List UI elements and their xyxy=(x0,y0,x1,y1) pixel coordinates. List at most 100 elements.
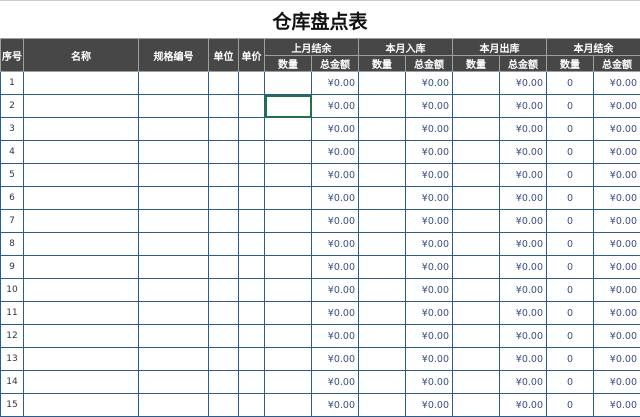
cell-balance-amount[interactable]: ¥0.00 xyxy=(594,164,640,187)
cell-balance-qty[interactable]: 0 xyxy=(547,233,594,256)
header-index[interactable]: 序号 xyxy=(1,39,24,72)
cell-prev-amount[interactable]: ¥0.00 xyxy=(312,348,359,371)
cell-out-amount[interactable]: ¥0.00 xyxy=(500,279,547,302)
cell-prev-amount[interactable]: ¥0.00 xyxy=(312,187,359,210)
cell-in-qty[interactable] xyxy=(359,325,406,348)
cell-index[interactable]: 13 xyxy=(1,348,24,371)
cell-balance-qty[interactable]: 0 xyxy=(547,325,594,348)
cell-balance-amount[interactable]: ¥0.00 xyxy=(594,72,640,95)
cell-out-amount[interactable]: ¥0.00 xyxy=(500,118,547,141)
cell-index[interactable]: 12 xyxy=(1,325,24,348)
cell-prev-amount[interactable]: ¥0.00 xyxy=(312,371,359,394)
cell-in-amount[interactable]: ¥0.00 xyxy=(406,141,453,164)
cell-name[interactable] xyxy=(24,141,139,164)
cell-prev-qty[interactable] xyxy=(265,95,312,118)
cell-out-qty[interactable] xyxy=(453,187,500,210)
cell-in-qty[interactable] xyxy=(359,210,406,233)
cell-index[interactable]: 15 xyxy=(1,394,24,417)
header-amount[interactable]: 总金额 xyxy=(500,56,547,72)
cell-name[interactable] xyxy=(24,233,139,256)
cell-name[interactable] xyxy=(24,72,139,95)
cell-unit[interactable] xyxy=(209,72,239,95)
cell-price[interactable] xyxy=(239,394,265,417)
cell-in-amount[interactable]: ¥0.00 xyxy=(406,394,453,417)
cell-balance-amount[interactable]: ¥0.00 xyxy=(594,371,640,394)
cell-name[interactable] xyxy=(24,118,139,141)
cell-index[interactable]: 2 xyxy=(1,95,24,118)
cell-out-qty[interactable] xyxy=(453,348,500,371)
header-group-inbound[interactable]: 本月入库 xyxy=(359,39,453,56)
cell-price[interactable] xyxy=(239,141,265,164)
cell-balance-qty[interactable]: 0 xyxy=(547,95,594,118)
cell-price[interactable] xyxy=(239,187,265,210)
cell-in-amount[interactable]: ¥0.00 xyxy=(406,187,453,210)
cell-price[interactable] xyxy=(239,233,265,256)
cell-spec[interactable] xyxy=(139,348,209,371)
cell-balance-qty[interactable]: 0 xyxy=(547,118,594,141)
cell-price[interactable] xyxy=(239,118,265,141)
cell-out-amount[interactable]: ¥0.00 xyxy=(500,302,547,325)
cell-prev-amount[interactable]: ¥0.00 xyxy=(312,118,359,141)
cell-spec[interactable] xyxy=(139,210,209,233)
cell-in-qty[interactable] xyxy=(359,141,406,164)
cell-unit[interactable] xyxy=(209,256,239,279)
cell-index[interactable]: 8 xyxy=(1,233,24,256)
cell-in-qty[interactable] xyxy=(359,394,406,417)
cell-unit[interactable] xyxy=(209,394,239,417)
cell-in-qty[interactable] xyxy=(359,118,406,141)
cell-prev-amount[interactable]: ¥0.00 xyxy=(312,394,359,417)
cell-balance-amount[interactable]: ¥0.00 xyxy=(594,233,640,256)
cell-spec[interactable] xyxy=(139,164,209,187)
cell-balance-qty[interactable]: 0 xyxy=(547,164,594,187)
cell-name[interactable] xyxy=(24,394,139,417)
cell-in-qty[interactable] xyxy=(359,279,406,302)
cell-prev-amount[interactable]: ¥0.00 xyxy=(312,256,359,279)
header-group-outbound[interactable]: 本月出库 xyxy=(453,39,547,56)
cell-index[interactable]: 9 xyxy=(1,256,24,279)
cell-price[interactable] xyxy=(239,325,265,348)
cell-price[interactable] xyxy=(239,256,265,279)
cell-prev-qty[interactable] xyxy=(265,164,312,187)
cell-name[interactable] xyxy=(24,279,139,302)
cell-balance-amount[interactable]: ¥0.00 xyxy=(594,394,640,417)
cell-out-qty[interactable] xyxy=(453,394,500,417)
cell-balance-amount[interactable]: ¥0.00 xyxy=(594,187,640,210)
cell-prev-qty[interactable] xyxy=(265,394,312,417)
cell-prev-amount[interactable]: ¥0.00 xyxy=(312,72,359,95)
cell-name[interactable] xyxy=(24,210,139,233)
cell-out-qty[interactable] xyxy=(453,279,500,302)
cell-price[interactable] xyxy=(239,72,265,95)
cell-out-amount[interactable]: ¥0.00 xyxy=(500,95,547,118)
cell-prev-amount[interactable]: ¥0.00 xyxy=(312,233,359,256)
cell-index[interactable]: 5 xyxy=(1,164,24,187)
header-amount[interactable]: 总金额 xyxy=(406,56,453,72)
cell-in-qty[interactable] xyxy=(359,164,406,187)
cell-balance-qty[interactable]: 0 xyxy=(547,187,594,210)
cell-in-amount[interactable]: ¥0.00 xyxy=(406,256,453,279)
cell-in-qty[interactable] xyxy=(359,256,406,279)
cell-balance-qty[interactable]: 0 xyxy=(547,394,594,417)
cell-unit[interactable] xyxy=(209,187,239,210)
cell-prev-amount[interactable]: ¥0.00 xyxy=(312,210,359,233)
cell-unit[interactable] xyxy=(209,141,239,164)
cell-balance-amount[interactable]: ¥0.00 xyxy=(594,95,640,118)
cell-name[interactable] xyxy=(24,187,139,210)
header-qty[interactable]: 数量 xyxy=(547,56,594,72)
cell-out-amount[interactable]: ¥0.00 xyxy=(500,164,547,187)
cell-in-amount[interactable]: ¥0.00 xyxy=(406,325,453,348)
header-group-balance[interactable]: 本月结余 xyxy=(547,39,640,56)
cell-spec[interactable] xyxy=(139,371,209,394)
header-amount[interactable]: 总金额 xyxy=(594,56,640,72)
cell-out-amount[interactable]: ¥0.00 xyxy=(500,233,547,256)
cell-prev-qty[interactable] xyxy=(265,348,312,371)
header-qty[interactable]: 数量 xyxy=(359,56,406,72)
header-qty[interactable]: 数量 xyxy=(453,56,500,72)
cell-name[interactable] xyxy=(24,302,139,325)
cell-balance-qty[interactable]: 0 xyxy=(547,371,594,394)
cell-unit[interactable] xyxy=(209,348,239,371)
cell-prev-qty[interactable] xyxy=(265,210,312,233)
cell-out-qty[interactable] xyxy=(453,256,500,279)
cell-balance-qty[interactable]: 0 xyxy=(547,348,594,371)
cell-in-qty[interactable] xyxy=(359,348,406,371)
cell-spec[interactable] xyxy=(139,187,209,210)
